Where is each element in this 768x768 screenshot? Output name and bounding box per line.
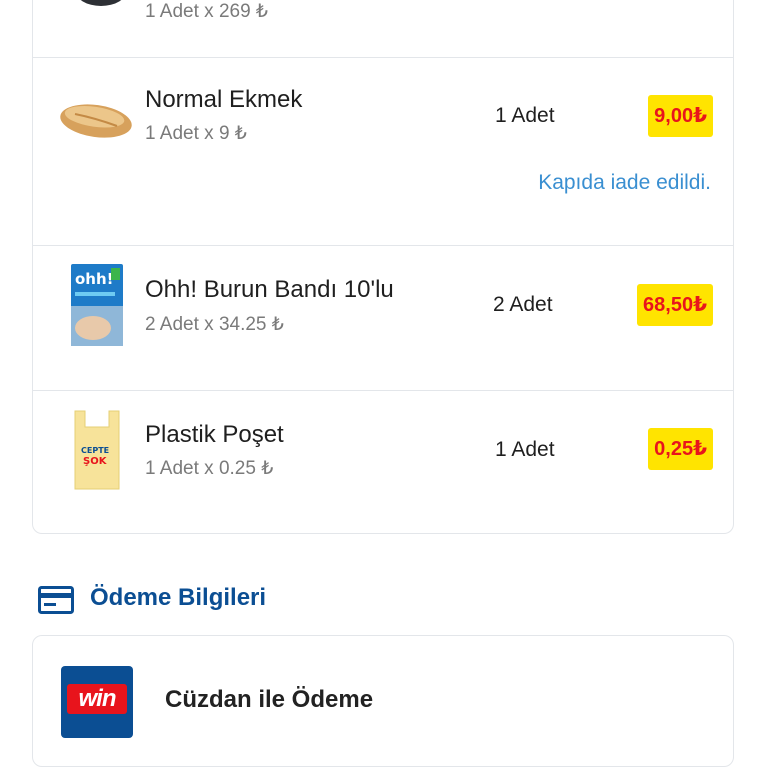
item-price-badge: 68,50₺ [637,284,713,326]
svg-text:CEPTE: CEPTE [81,446,109,455]
credit-card-icon [38,586,74,614]
payment-method-label: Cüzdan ile Ödeme [165,686,374,713]
order-items-card: 1 Adet x 269 ₺ Normal Ekmek 1 Adet x 9 ₺… [32,0,734,534]
payment-method-card[interactable]: win Cüzdan ile Ödeme [32,635,734,767]
bread-image [60,104,132,138]
item-unit-price: 1 Adet x 9 ₺ [145,123,247,144]
product-thumbnail [80,0,122,6]
plastic-bag-image: CEPTE ŞOK [74,410,120,490]
svg-text:ŞOK: ŞOK [83,456,108,467]
section-title: Ödeme Bilgileri [90,584,267,611]
item-price-badge: 0,25₺ [648,428,713,470]
item-quantity: 2 Adet [493,293,553,316]
item-status-note: Kapıda iade edildi. [538,171,711,194]
item-unit-price: 1 Adet x 0.25 ₺ [145,458,274,479]
item-unit-price: 1 Adet x 269 ₺ [145,1,269,22]
list-item: 1 Adet x 269 ₺ [33,0,733,58]
list-item: Normal Ekmek 1 Adet x 9 ₺ 1 Adet 9,00₺ K… [33,58,733,246]
item-name: Normal Ekmek [145,86,303,113]
list-item: ohh! Ohh! Burun Bandı 10'lu 2 Adet x 34.… [33,246,733,390]
item-unit-price: 2 Adet x 34.25 ₺ [145,314,284,335]
item-name: Ohh! Burun Bandı 10'lu [145,276,394,303]
item-quantity: 1 Adet [495,104,555,127]
win-logo-text: win [67,684,127,714]
svg-text:ohh!: ohh! [75,270,114,288]
list-item: CEPTE ŞOK Plastik Poşet 1 Adet x 0.25 ₺ … [33,391,733,534]
item-price-badge: 9,00₺ [648,95,713,137]
nasal-strip-box-image: ohh! [71,264,123,346]
item-quantity: 1 Adet [495,438,555,461]
win-wallet-logo: win [61,666,133,738]
item-name: Plastik Poşet [145,421,284,448]
